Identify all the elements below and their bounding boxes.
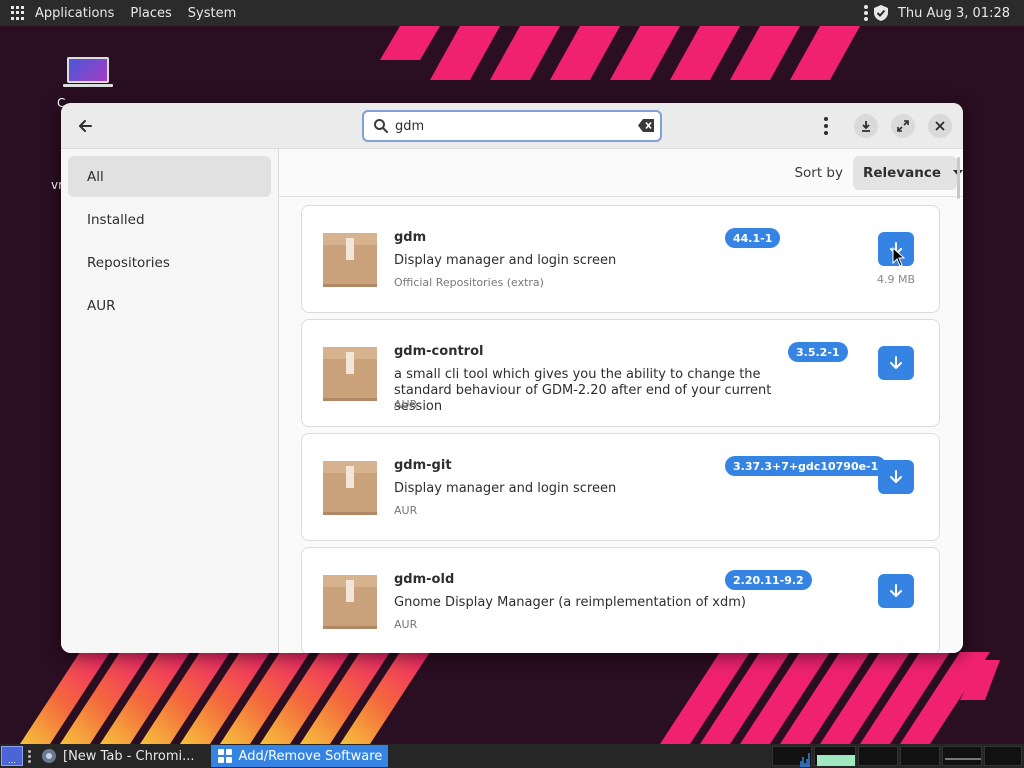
search-input[interactable] (395, 118, 625, 134)
arrow-left-icon (79, 120, 92, 132)
install-button[interactable] (878, 346, 914, 380)
computer-desktop-icon[interactable] (63, 57, 113, 87)
search-field[interactable] (362, 110, 662, 142)
swap-monitor[interactable] (900, 746, 940, 766)
package-name: gdm-old (394, 572, 455, 587)
package-description: Gnome Display Manager (a reimplementatio… (394, 595, 746, 610)
bottom-taskbar: … [New Tab - Chromi... Add/Remove Softwa… (0, 744, 1024, 768)
disk-monitor[interactable] (984, 746, 1022, 766)
package-card[interactable]: gdm-git Display manager and login screen… (301, 433, 940, 541)
sort-label: Sort by (794, 164, 843, 181)
apps-grid-icon (217, 749, 232, 763)
package-card[interactable]: gdm-old Gnome Display Manager (a reimple… (301, 547, 940, 653)
sidebar-item-aur[interactable]: AUR (68, 285, 271, 326)
package-box-icon (323, 575, 377, 629)
package-card[interactable]: gdm-control a small cli tool which gives… (301, 319, 940, 427)
version-badge: 3.37.3+7+gdc10790e-1 (725, 456, 887, 476)
package-size: 4.9 MB (876, 273, 916, 286)
package-name: gdm-control (394, 344, 484, 359)
sidebar-item-installed[interactable]: Installed (68, 199, 271, 240)
back-button[interactable] (71, 112, 99, 140)
memory-graph-icon (817, 755, 855, 766)
memory-monitor[interactable] (814, 746, 856, 766)
maximize-button[interactable] (891, 114, 915, 138)
package-description: Display manager and login screen (394, 481, 617, 496)
arrow-down-icon (890, 356, 902, 369)
main-content: Sort by Relevance gdm Display manager an… (279, 149, 963, 653)
package-repo: AUR (394, 618, 418, 631)
taskbar-task-label: [New Tab - Chromi... (63, 748, 195, 764)
package-description: Display manager and login screen (394, 253, 617, 268)
cpu-graph-icon (800, 753, 810, 767)
downloads-button[interactable] (854, 114, 878, 138)
version-badge: 3.5.2-1 (788, 342, 848, 362)
main-menu-button[interactable] (812, 112, 840, 140)
arrow-down-icon (890, 584, 902, 597)
sort-bar: Sort by Relevance (279, 149, 963, 197)
mouse-pointer-icon (892, 247, 906, 267)
sidebar-item-label: Installed (87, 211, 145, 228)
install-button[interactable] (878, 460, 914, 494)
version-badge: 2.20.11-9.2 (725, 570, 812, 590)
taskbar-task-chromium[interactable]: [New Tab - Chromi... (35, 745, 201, 767)
sidebar: All Installed Repositories AUR (61, 149, 279, 653)
tray-menu-icon[interactable] (863, 5, 868, 21)
package-box-icon (323, 461, 377, 515)
sidebar-item-label: AUR (87, 297, 116, 314)
arrow-down-icon (890, 470, 902, 483)
close-icon (935, 121, 945, 131)
version-badge: 44.1-1 (725, 228, 781, 248)
load-monitor[interactable] (942, 746, 982, 766)
taskbar-task-label: Add/Remove Software (238, 748, 383, 764)
shield-check-icon[interactable] (873, 5, 888, 21)
sidebar-item-label: All (87, 168, 104, 185)
taskbar-handle-icon[interactable] (28, 749, 31, 763)
package-box-icon (323, 233, 377, 287)
add-remove-software-window: All Installed Repositories AUR Sort by R… (61, 103, 963, 653)
applications-grid-icon[interactable] (11, 6, 25, 20)
clock[interactable]: Thu Aug 3, 01:28 (898, 6, 1010, 21)
package-name: gdm-git (394, 458, 452, 473)
network-monitor[interactable] (858, 746, 898, 766)
package-box-icon (323, 347, 377, 401)
expand-icon (897, 120, 909, 132)
package-card[interactable]: gdm Display manager and login screen Off… (301, 205, 940, 313)
show-desktop-button[interactable]: … (1, 746, 23, 766)
load-graph-icon (945, 758, 981, 760)
sort-dropdown[interactable]: Relevance (853, 155, 963, 190)
chromium-icon (42, 749, 56, 763)
sidebar-item-all[interactable]: All (68, 156, 271, 197)
backspace-clear-icon[interactable] (638, 119, 654, 132)
headerbar (61, 103, 963, 149)
package-name: gdm (394, 230, 427, 245)
install-button[interactable] (878, 574, 914, 608)
sidebar-item-repositories[interactable]: Repositories (68, 242, 271, 283)
top-panel: Applications Places System Thu Aug 3, 01… (0, 0, 1024, 26)
menu-places[interactable]: Places (130, 6, 171, 21)
package-list: gdm Display manager and login screen Off… (301, 205, 941, 653)
download-icon (862, 121, 870, 132)
cpu-monitor[interactable] (772, 746, 812, 767)
taskbar-task-add-remove-software[interactable]: Add/Remove Software (210, 745, 389, 767)
package-repo: AUR (394, 504, 418, 517)
search-icon (374, 119, 388, 133)
package-repo: AUR (394, 398, 418, 411)
package-description: a small cli tool which gives you the abi… (394, 367, 772, 414)
close-button[interactable] (928, 114, 952, 138)
menu-system[interactable]: System (188, 6, 236, 21)
sort-value: Relevance (863, 164, 942, 181)
scrollbar[interactable] (957, 157, 960, 199)
sidebar-item-label: Repositories (87, 254, 170, 271)
package-repo: Official Repositories (extra) (394, 276, 544, 289)
vertical-dots-icon (824, 117, 828, 135)
menu-applications[interactable]: Applications (35, 6, 114, 21)
